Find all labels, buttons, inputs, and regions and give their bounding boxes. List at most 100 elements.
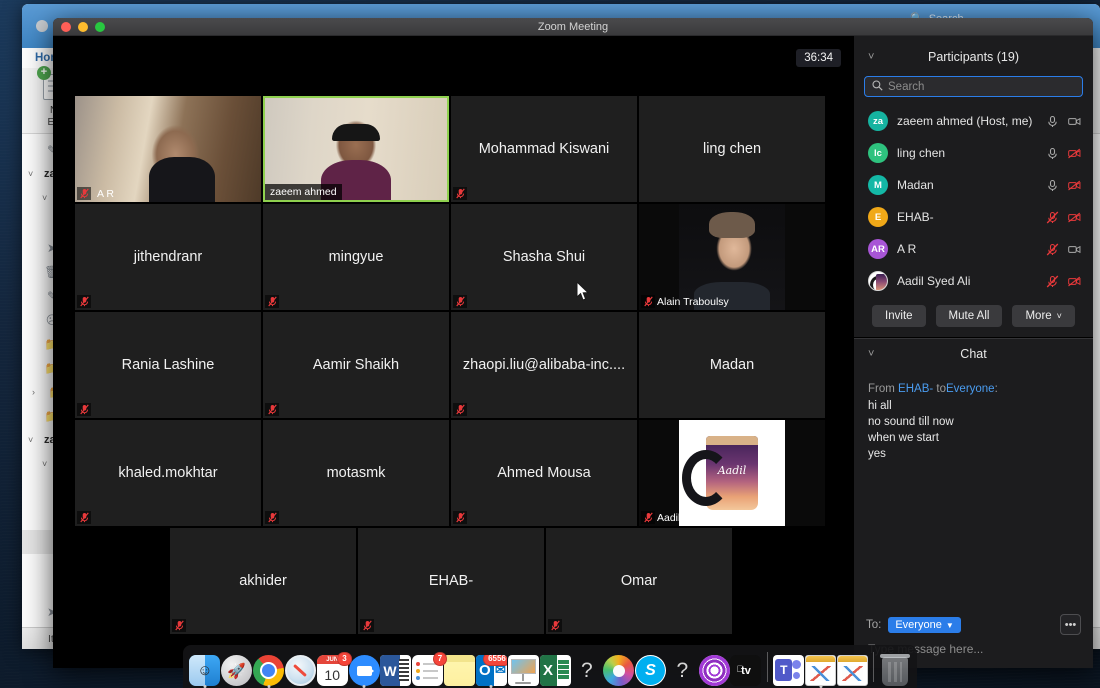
dock-item-skype[interactable]	[635, 646, 667, 686]
dock-item-photos[interactable]	[603, 646, 635, 686]
video-tile-madan[interactable]: Madan	[639, 312, 825, 418]
macos-dock[interactable]: 🚀 JUN 10 3 7	[183, 645, 917, 688]
video-tile-a-r[interactable]: A R	[75, 96, 261, 202]
mute-icon	[77, 295, 91, 308]
chevron-down-icon[interactable]: ˅	[28, 435, 38, 445]
dock-item-numbers-1[interactable]	[805, 646, 837, 688]
participant-row-ehab[interactable]: E EHAB-	[854, 201, 1093, 233]
chevron-down-icon[interactable]: ˅	[868, 348, 874, 360]
mute-all-button[interactable]: Mute All	[935, 305, 1003, 327]
dock-item-word[interactable]	[380, 646, 412, 686]
dock-item-unknown-2[interactable]: ?	[666, 646, 698, 686]
participant-row-a-r[interactable]: AR A R	[854, 233, 1093, 265]
video-tile-zhaopi-liu[interactable]: zhaopi.liu@alibaba-inc....	[451, 312, 637, 418]
avatar: AR	[868, 239, 888, 259]
dock-item-calendar[interactable]: JUN 10 3	[316, 646, 352, 686]
participant-row-zaeem-ahmed[interactable]: za zaeem ahmed (Host, me)	[854, 105, 1093, 137]
camera-off-icon[interactable]	[1068, 147, 1081, 160]
camera-off-icon[interactable]	[1068, 179, 1081, 192]
participant-search-box[interactable]	[864, 76, 1083, 97]
chevron-down-icon[interactable]: ˅	[868, 51, 874, 63]
video-grid[interactable]: A R zaeem ahmed Mohammad Kiswani ling ch…	[75, 96, 827, 634]
dock-item-zoom[interactable]	[348, 646, 380, 688]
participant-list[interactable]: za zaeem ahmed (Host, me) lc ling chen M…	[854, 105, 1093, 300]
participant-row-ling-chen[interactable]: lc ling chen	[854, 137, 1093, 169]
video-tile-mohammad-kiswani[interactable]: Mohammad Kiswani	[451, 96, 637, 202]
dock-item-teams[interactable]	[773, 646, 805, 686]
video-tile-aadil-syed-ali[interactable]: Aadil Aadil Syed Ali	[639, 420, 825, 526]
zoom-side-panel[interactable]: ˅ Participants (19) za zaeem ahmed (Host…	[853, 36, 1093, 668]
participant-status-icons[interactable]	[1046, 275, 1081, 288]
mic-icon[interactable]	[1046, 115, 1059, 128]
dock-item-notes[interactable]	[444, 646, 476, 686]
dock-item-numbers-2[interactable]	[836, 646, 869, 686]
video-tile-khaled-mokhtar[interactable]: khaled.mokhtar	[75, 420, 261, 526]
participant-row-madan[interactable]: M Madan	[854, 169, 1093, 201]
video-tile-omar[interactable]: Omar	[546, 528, 732, 634]
dock-item-safari[interactable]	[284, 646, 316, 686]
dock-item-chrome[interactable]	[253, 646, 285, 688]
dock-item-apple-tv[interactable]: 	[730, 646, 762, 686]
chat-section[interactable]: ˅ Chat From EHAB- toEveryone: hi all no …	[854, 338, 1093, 668]
invite-button[interactable]: Invite	[872, 305, 926, 327]
chat-more-options-button[interactable]: •••	[1060, 614, 1081, 635]
participant-status-icons[interactable]	[1046, 147, 1081, 160]
chat-header[interactable]: ˅ Chat	[854, 339, 1093, 369]
more-button[interactable]: More ˅	[1012, 305, 1075, 327]
chevron-down-icon[interactable]: ˅	[28, 169, 38, 179]
participant-status-icons[interactable]	[1046, 243, 1081, 256]
mic-muted-icon[interactable]	[1046, 275, 1059, 288]
mic-icon[interactable]	[1046, 179, 1059, 192]
video-tile-shasha-shui[interactable]: Shasha Shui	[451, 204, 637, 310]
chevron-down-icon[interactable]: ˅	[42, 193, 52, 203]
video-stage[interactable]: 36:34 A R zaeem ahmed Mohammad Kiswani l…	[53, 36, 853, 668]
meeting-timer: 36:34	[796, 49, 841, 67]
dock-item-launchpad[interactable]: 🚀	[221, 646, 253, 686]
zoom-meeting-window[interactable]: Zoom Meeting 36:34 A R zaeem ahmed Moham…	[53, 18, 1093, 668]
dock-item-finder[interactable]	[189, 646, 221, 688]
camera-off-icon[interactable]	[1068, 275, 1081, 288]
dock-item-outlook[interactable]: 6556	[475, 646, 507, 688]
participant-action-bar[interactable]: Invite Mute All More ˅	[854, 300, 1093, 338]
chat-recipient-dropdown[interactable]: Everyone ▼	[888, 617, 961, 633]
video-tile-aamir-shaikh[interactable]: Aamir Shaikh	[263, 312, 449, 418]
tile-name-label: zhaopi.liu@alibaba-inc....	[462, 357, 626, 373]
video-tile-ehab[interactable]: EHAB-	[358, 528, 544, 634]
camera-icon[interactable]	[1068, 115, 1081, 128]
video-tile-zaeem-ahmed[interactable]: zaeem ahmed	[263, 96, 449, 202]
chevron-down-icon[interactable]: ˅	[42, 459, 52, 469]
video-tile-alain-traboulsy[interactable]: Alain Traboulsy	[639, 204, 825, 310]
mic-muted-icon[interactable]	[1046, 211, 1059, 224]
mute-icon	[77, 403, 91, 416]
camera-off-icon[interactable]	[1068, 211, 1081, 224]
mic-muted-icon[interactable]	[1046, 243, 1059, 256]
calendar-icon: JUN 10 3	[316, 652, 352, 686]
video-tile-ahmed-mousa[interactable]: Ahmed Mousa	[451, 420, 637, 526]
video-tile-akhider[interactable]: akhider	[170, 528, 356, 634]
video-tile-jithendranr[interactable]: jithendranr	[75, 204, 261, 310]
camera-icon[interactable]	[1068, 243, 1081, 256]
video-tile-mingyue[interactable]: mingyue	[263, 204, 449, 310]
dock-item-keynote[interactable]	[507, 646, 539, 686]
mute-icon	[265, 403, 279, 416]
search-input[interactable]	[888, 80, 1075, 93]
chat-recipient-row[interactable]: To: Everyone ▼ •••	[866, 613, 1081, 637]
participant-status-icons[interactable]	[1046, 179, 1081, 192]
mic-icon[interactable]	[1046, 147, 1059, 160]
video-tile-ling-chen[interactable]: ling chen	[639, 96, 825, 202]
participants-section[interactable]: ˅ Participants (19) za zaeem ahmed (Host…	[854, 36, 1093, 338]
chevron-right-icon[interactable]: ›	[32, 387, 42, 397]
dock-item-excel[interactable]	[539, 646, 571, 686]
chat-message-log[interactable]: From EHAB- toEveryone: hi all no sound t…	[854, 369, 1093, 613]
close-button[interactable]	[36, 20, 48, 32]
participant-status-icons[interactable]	[1046, 211, 1081, 224]
video-tile-rania-lashine[interactable]: Rania Lashine	[75, 312, 261, 418]
participant-status-icons[interactable]	[1046, 115, 1081, 128]
dock-item-unknown-1[interactable]: ?	[571, 646, 603, 686]
dock-item-trash[interactable]	[879, 646, 911, 686]
participants-header[interactable]: ˅ Participants (19)	[854, 42, 1093, 72]
participant-row-aadil-syed-ali[interactable]: Aadil Syed Ali	[854, 265, 1093, 297]
video-tile-motasmk[interactable]: motasmk	[263, 420, 449, 526]
dock-item-podcasts[interactable]	[698, 646, 730, 686]
dock-item-reminders[interactable]: 7	[412, 646, 448, 686]
